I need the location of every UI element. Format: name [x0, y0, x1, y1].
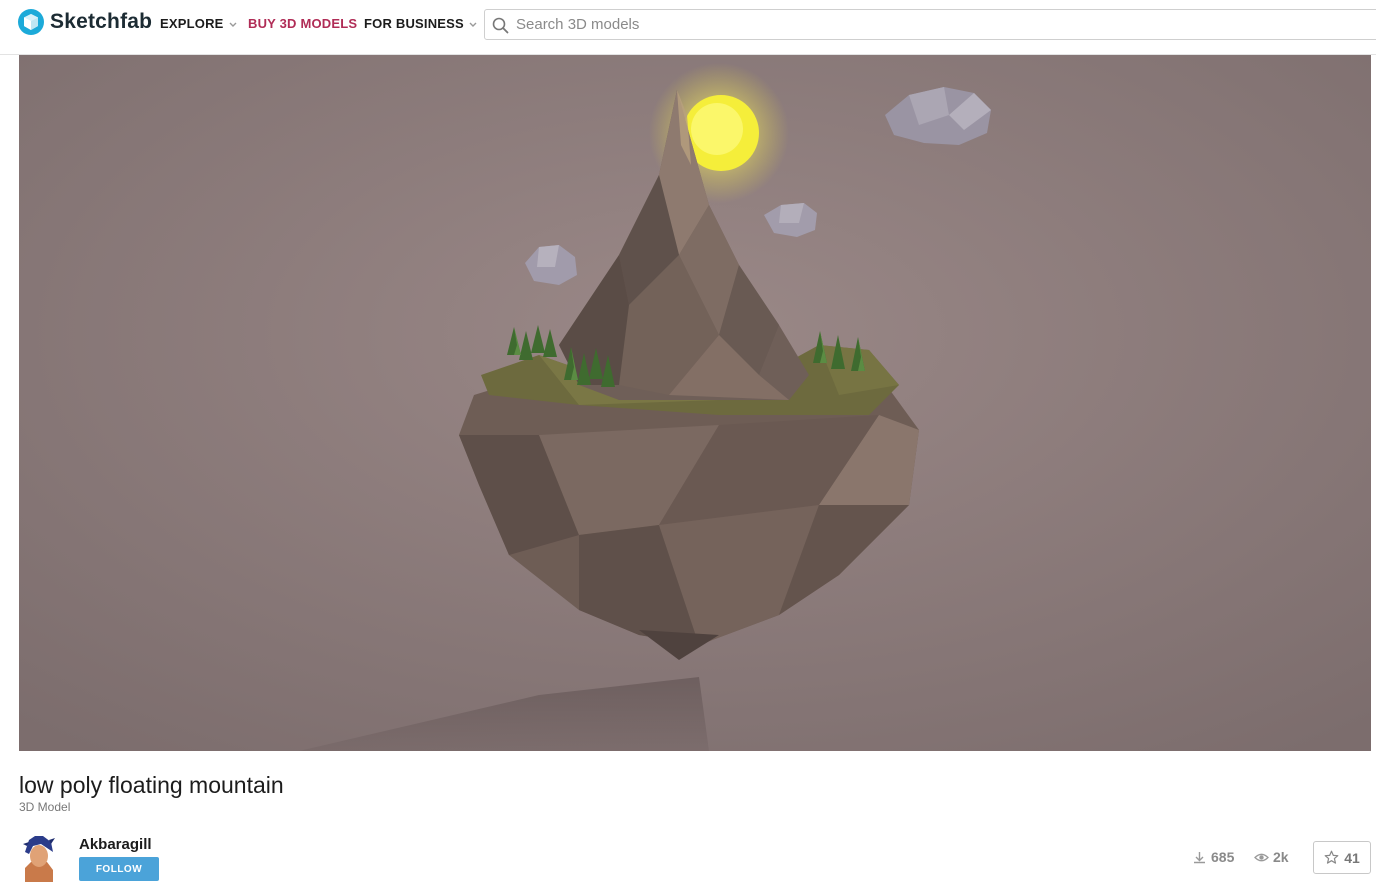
- nav-buy-label: BUY 3D MODELS: [248, 16, 358, 31]
- eye-icon: [1254, 853, 1269, 861]
- like-button[interactable]: 41: [1313, 841, 1371, 874]
- brand-name: Sketchfab: [50, 10, 153, 33]
- nav-explore-label: EXPLORE: [160, 16, 224, 31]
- views-value: 2k: [1273, 849, 1289, 865]
- author-avatar-image: [19, 834, 57, 882]
- author-name[interactable]: Akbaragill: [79, 836, 152, 853]
- model-title: low poly floating mountain: [19, 772, 284, 798]
- nav-business-label: FOR BUSINESS: [364, 16, 464, 31]
- chevron-down-icon: [469, 22, 477, 27]
- model-viewer[interactable]: [19, 55, 1371, 751]
- top-navigation-bar: Sketchfab EXPLORE BUY 3D MODELS FOR BUSI…: [0, 0, 1376, 55]
- model-type-label: 3D Model: [19, 800, 71, 814]
- author-avatar[interactable]: [19, 834, 57, 882]
- search-icon: [492, 17, 509, 34]
- model-render: [19, 55, 1371, 751]
- star-icon: [1324, 850, 1339, 864]
- nav-for-business[interactable]: FOR BUSINESS: [364, 16, 478, 31]
- follow-button[interactable]: FOLLOW: [79, 857, 159, 881]
- likes-value: 41: [1344, 849, 1360, 866]
- downloads-count: 685: [1192, 849, 1234, 865]
- views-count: 2k: [1254, 849, 1289, 865]
- download-icon: [1194, 851, 1205, 863]
- search-input[interactable]: [516, 10, 1356, 39]
- downloads-value: 685: [1211, 849, 1235, 865]
- sketchfab-logo[interactable]: Sketchfab: [18, 9, 152, 35]
- nav-buy-3d-models[interactable]: BUY 3D MODELS: [248, 16, 357, 31]
- chevron-down-icon: [229, 22, 237, 27]
- search-box[interactable]: [484, 9, 1376, 40]
- nav-explore[interactable]: EXPLORE: [160, 16, 238, 31]
- sketchfab-cube-icon: [18, 9, 44, 35]
